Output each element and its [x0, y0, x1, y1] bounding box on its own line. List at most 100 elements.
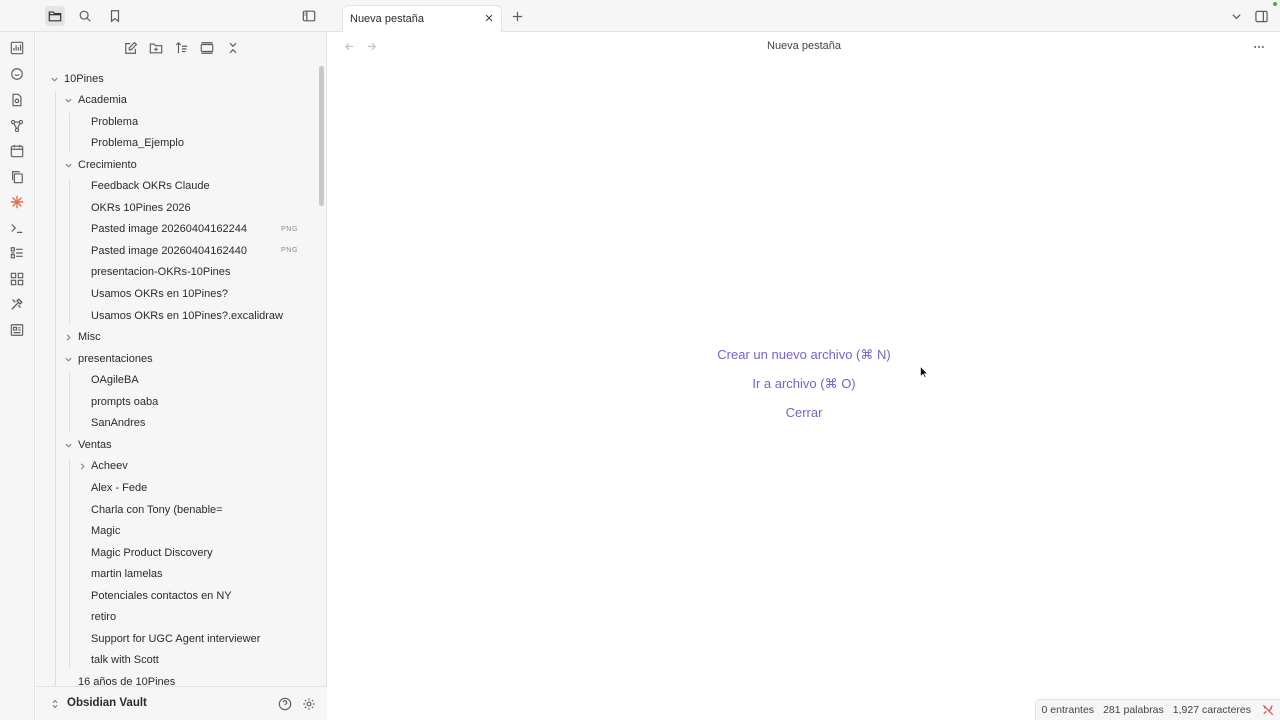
- tree-file[interactable]: Pasted image 20260404162440 PNG: [36, 240, 316, 261]
- right-sidebar-toggle-icon[interactable]: [1254, 9, 1268, 23]
- chevron-down-icon[interactable]: [49, 74, 59, 84]
- ribbon: [0, 32, 35, 720]
- status-dot: [1273, 2, 1277, 6]
- create-file-link: Crear un nuevo archivo (⌘ N): [328, 347, 1280, 363]
- new-note-icon[interactable]: [123, 40, 139, 56]
- close-icon[interactable]: [483, 12, 495, 24]
- tree-file[interactable]: SanAndres: [36, 413, 316, 434]
- char-count: 1,927 caracteres: [1172, 704, 1251, 716]
- vault-switcher[interactable]: Obsidian Vault: [36, 686, 327, 720]
- open-file-link: Ir a archivo (⌘ O): [328, 376, 1280, 392]
- new-folder-icon[interactable]: [148, 40, 164, 56]
- tree-file[interactable]: Problema: [36, 111, 316, 132]
- tree-file[interactable]: talk with Scott: [36, 650, 316, 671]
- calendar-icon[interactable]: [9, 143, 25, 159]
- tree-file[interactable]: Magic Product Discovery: [36, 542, 316, 563]
- back-arrow-icon[interactable]: [343, 40, 355, 52]
- collapse-all-icon[interactable]: [225, 40, 241, 56]
- tree-folder[interactable]: Academia: [36, 90, 316, 111]
- chevron-down-icon[interactable]: [63, 160, 73, 170]
- tasks-icon[interactable]: [9, 245, 25, 261]
- create-file-link-text[interactable]: Crear un nuevo archivo (⌘ N): [717, 347, 890, 362]
- tree-item-label: presentacion-OKRs-10Pines: [91, 266, 231, 279]
- tree-file[interactable]: presentacion-OKRs-10Pines: [36, 262, 316, 283]
- new-tab-icon[interactable]: [510, 9, 524, 23]
- tree-file[interactable]: martin lamelas: [36, 564, 316, 585]
- tree-item-label: OKRs 10Pines 2026: [91, 201, 191, 214]
- tree-item-label: retiro: [91, 611, 117, 624]
- tree-item-label: Usamos OKRs en 10Pines?.excalidraw: [91, 309, 283, 322]
- forward-arrow-icon[interactable]: [365, 40, 377, 52]
- chevron-down-icon[interactable]: [1229, 9, 1243, 23]
- tree-file[interactable]: Problema_Ejemplo: [36, 133, 316, 154]
- plugins-icon[interactable]: [9, 271, 25, 287]
- claude-icon[interactable]: [9, 194, 25, 210]
- tree-file[interactable]: retiro: [36, 607, 316, 628]
- tree-file[interactable]: Support for UGC Agent interviewer: [36, 628, 316, 649]
- search-icon[interactable]: [75, 6, 95, 26]
- tree-file[interactable]: Alex - Fede: [36, 477, 316, 498]
- settings-icon[interactable]: [301, 696, 317, 712]
- tree-file[interactable]: Potenciales contactos en NY: [36, 585, 316, 606]
- tree-item-label: Pasted image 20260404162440: [91, 244, 247, 257]
- tree-file[interactable]: 16 años de 10Pines: [36, 671, 316, 686]
- nav-actions: [36, 32, 327, 66]
- sidebar-scrollbar[interactable]: [319, 66, 324, 206]
- tree-file[interactable]: Charla con Tony (benable=: [36, 499, 316, 520]
- tree-file[interactable]: OAgileBA: [36, 370, 316, 391]
- tree-item-label: Problema: [91, 115, 139, 128]
- tree-item-label: Potenciales contactos en NY: [91, 589, 232, 602]
- terminal-icon[interactable]: [9, 220, 25, 236]
- tree-item-label: Support for UGC Agent interviewer: [91, 632, 261, 645]
- collapse-view-icon[interactable]: [199, 40, 215, 56]
- chevron-down-icon[interactable]: [63, 440, 73, 450]
- dashboard-icon[interactable]: [9, 40, 25, 56]
- tree-file[interactable]: OKRs 10Pines 2026: [36, 197, 316, 218]
- view-header: Nueva pestaña: [328, 32, 1280, 62]
- chevron-down-icon[interactable]: [63, 354, 73, 364]
- tree-item-label: Charla con Tony (benable=: [91, 503, 223, 516]
- tree-file[interactable]: Usamos OKRs en 10Pines?.excalidraw: [36, 305, 316, 326]
- tree-item-label: 10Pines: [64, 72, 104, 85]
- view-title: Nueva pestaña: [767, 40, 841, 52]
- tree-folder[interactable]: Acheev: [36, 456, 316, 477]
- tree-folder[interactable]: Ventas: [36, 434, 316, 455]
- vault-switch-icon[interactable]: [49, 698, 61, 710]
- copy-icon[interactable]: [9, 169, 25, 185]
- tree-item-label: Ventas: [78, 438, 112, 451]
- help-icon[interactable]: [277, 696, 293, 712]
- mouse-cursor-icon: [920, 366, 928, 378]
- tree-folder[interactable]: presentaciones: [36, 348, 316, 369]
- tree-file[interactable]: Magic: [36, 521, 316, 542]
- tree-folder[interactable]: 10Pines: [36, 68, 316, 89]
- chevron-right-icon[interactable]: [77, 462, 87, 472]
- tree-item-label: Academia: [78, 94, 127, 107]
- chevron-down-icon[interactable]: [63, 96, 73, 106]
- tree-item-label: Alex - Fede: [91, 481, 148, 494]
- file-icon[interactable]: [9, 92, 25, 108]
- tree-file[interactable]: Usamos OKRs en 10Pines?: [36, 284, 316, 305]
- more-options-icon[interactable]: [1252, 40, 1266, 54]
- tree-item-label: Crecimiento: [78, 158, 137, 171]
- sync-off-icon[interactable]: [1262, 704, 1274, 716]
- tools-icon[interactable]: [9, 296, 25, 312]
- close-link-text[interactable]: Cerrar: [786, 405, 823, 420]
- open-file-link-text[interactable]: Ir a archivo (⌘ O): [752, 376, 855, 391]
- canvas-icon[interactable]: [9, 322, 25, 338]
- tree-folder[interactable]: Crecimiento: [36, 154, 316, 175]
- sidebar-toggle-icon[interactable]: [299, 6, 319, 26]
- tab-nueva-pestana[interactable]: Nueva pestaña: [342, 5, 502, 32]
- folder-icon[interactable]: [45, 6, 65, 26]
- tree-folder[interactable]: Misc: [36, 327, 316, 348]
- bookmark-icon[interactable]: [105, 6, 125, 26]
- vault-name[interactable]: Obsidian Vault: [67, 697, 147, 709]
- tree-file[interactable]: prompts oaba: [36, 391, 316, 412]
- daily-note-icon[interactable]: [9, 66, 25, 82]
- graph-icon[interactable]: [9, 118, 25, 134]
- chevron-right-icon[interactable]: [63, 333, 73, 343]
- tree-file[interactable]: Feedback OKRs Claude: [36, 176, 316, 197]
- tree-file[interactable]: Pasted image 20260404162244 PNG: [36, 219, 316, 240]
- sort-icon[interactable]: [174, 40, 190, 56]
- backlinks-count[interactable]: 0 entrantes: [1042, 704, 1095, 716]
- status-bar: 0 entrantes 281 palabras 1,927 caractere…: [1034, 699, 1280, 720]
